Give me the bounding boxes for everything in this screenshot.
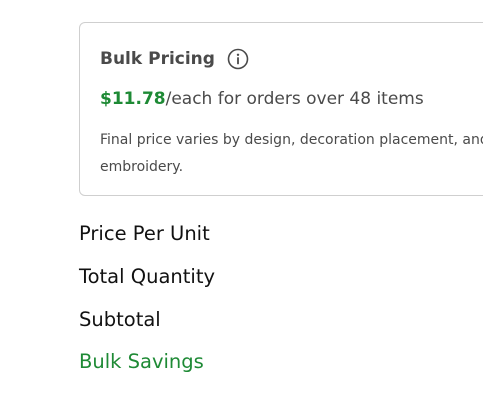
bulk-pricing-note: Final price varies by design, decoration… [100,132,483,175]
bulk-savings-label: Bulk Savings [79,350,204,373]
price-per-unit-label: Price Per Unit [79,222,210,245]
bulk-price-line: $11.78/each for orders over 48 items [100,89,424,109]
bulk-pricing-title: Bulk Pricing [100,49,215,69]
bulk-pricing-header: Bulk Pricing [100,47,249,71]
total-quantity-label: Total Quantity [79,265,216,288]
info-icon[interactable] [227,48,249,70]
bulk-price-amount: $11.78 [100,89,166,109]
page: Bulk Pricing $11.78/each for orders over… [0,0,483,403]
subtotal-label: Subtotal [79,308,161,331]
bulk-pricing-card: Bulk Pricing $11.78/each for orders over… [79,22,483,196]
bulk-price-suffix: /each for orders over 48 items [165,89,424,109]
